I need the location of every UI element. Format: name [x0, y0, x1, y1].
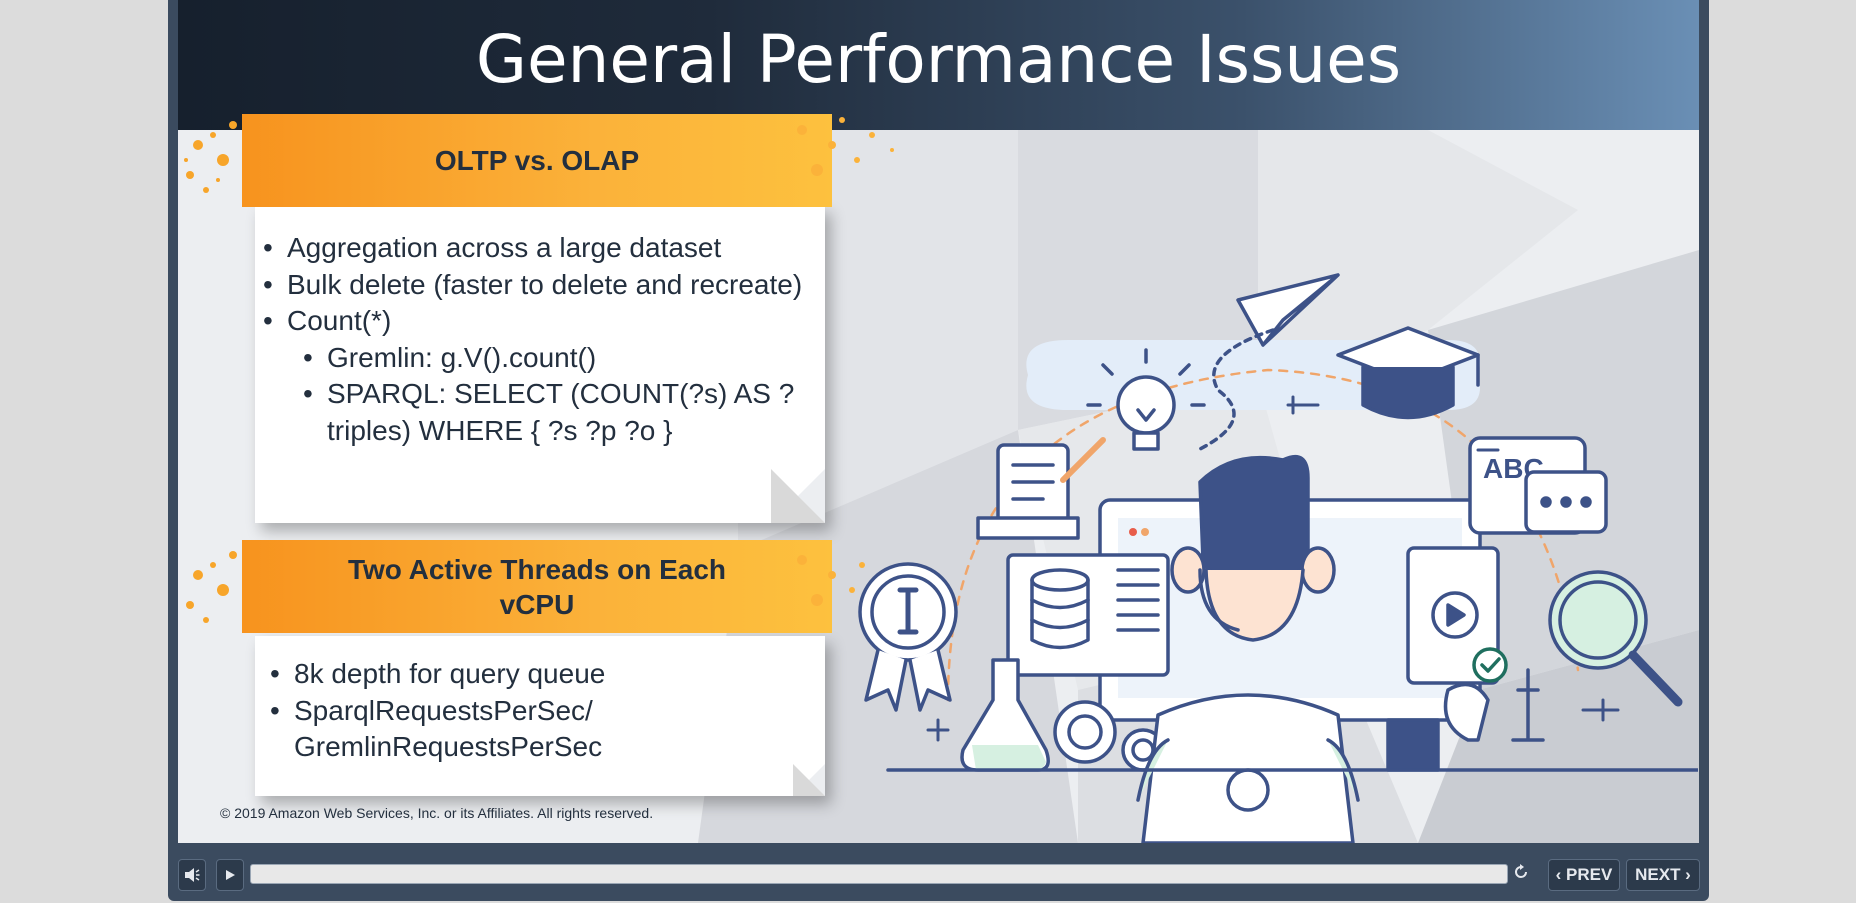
document-icon	[976, 437, 1106, 540]
chat-bubble-icon: ABC	[1468, 436, 1608, 535]
mute-button[interactable]	[178, 859, 206, 891]
play-icon	[226, 870, 235, 880]
section2-heading: Two Active Threads on Each vCPU	[347, 553, 727, 620]
list-item: 8k depth for query queue	[270, 656, 810, 693]
developer-illustration: ABC	[858, 273, 1698, 843]
splatter-left-1	[184, 121, 237, 193]
splatter-right-2	[797, 555, 865, 606]
magnifier-icon	[1548, 570, 1683, 707]
slide-title: General Performance Issues	[475, 21, 1402, 98]
progress-bar[interactable]	[250, 864, 1508, 884]
replay-icon[interactable]	[1512, 863, 1532, 883]
list-item: Aggregation across a large dataset	[263, 230, 803, 267]
video-icon	[1406, 546, 1508, 685]
list-item: Bulk delete (faster to delete and recrea…	[263, 267, 803, 304]
copyright-notice: © 2019 Amazon Web Services, Inc. or its …	[220, 805, 654, 821]
prev-button[interactable]: ‹ PREV	[1548, 859, 1620, 891]
play-button[interactable]	[216, 859, 244, 891]
speaker-icon	[185, 868, 200, 882]
database-icon	[1006, 553, 1170, 677]
bullet-list-oltp: Aggregation across a large dataset Bulk …	[263, 230, 803, 449]
section1-heading: OLTP vs. OLAP	[434, 145, 640, 176]
next-button[interactable]: NEXT ›	[1626, 859, 1700, 891]
bullet-list-threads: 8k depth for query queue SparqlRequestsP…	[270, 656, 810, 766]
slide: General Performance Issues OLTP vs. OLAP…	[178, 0, 1699, 843]
page-curl	[771, 469, 825, 523]
page-curl	[793, 764, 825, 796]
player-controls: ‹ PREV NEXT ›	[168, 857, 1709, 897]
title-bar: General Performance Issues	[178, 0, 1699, 130]
splatter-right-1	[797, 117, 894, 176]
list-item: SPARQL: SELECT (COUNT(?s) AS ?triples) W…	[303, 376, 803, 449]
list-item: Gremlin: g.V().count()	[303, 340, 803, 377]
list-item: SparqlRequestsPerSec/ GremlinRequestsPer…	[270, 693, 654, 766]
list-item: Count(*)	[263, 303, 803, 340]
splatter-left-2	[186, 551, 237, 623]
